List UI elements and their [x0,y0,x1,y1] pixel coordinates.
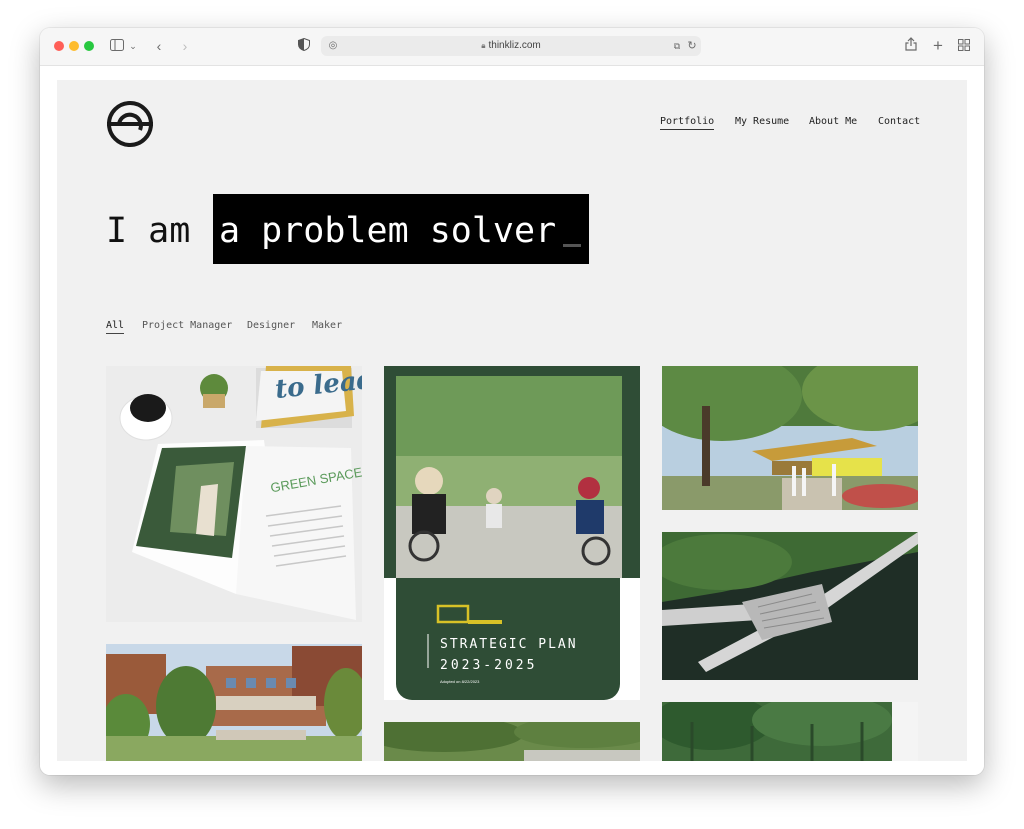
nav-about-me[interactable]: About Me [809,116,857,127]
plan-title: STRATEGIC PLAN [440,637,578,652]
portfolio-item-canopy[interactable] [662,702,918,761]
campus-building-image [106,644,362,761]
portfolio-item-trail[interactable] [384,722,640,761]
page: Portfolio My Resume About Me Contact I a… [57,80,967,761]
new-tab-icon[interactable]: + [930,36,946,56]
close-window-button[interactable] [54,41,64,51]
chevron-down-icon[interactable]: ⌄ [128,36,138,56]
site-logo[interactable] [106,100,154,148]
back-icon[interactable]: ‹ [152,36,166,56]
canopy-image [662,702,918,761]
nav-my-resume[interactable]: My Resume [735,116,789,127]
web-viewport: Portfolio My Resume About Me Contact I a… [40,66,984,775]
browser-toolbar: ⌄ ‹ › ◎ 🔒︎ thinkliz.com ⧉ ↻ + [40,28,984,66]
sidebar-toggle-icon[interactable] [108,36,126,56]
nav-portfolio[interactable]: Portfolio [660,116,715,130]
privacy-shield-icon[interactable] [296,36,312,56]
translate-icon[interactable]: ⧉ [670,36,684,56]
reload-icon[interactable]: ↻ [685,36,699,56]
filter-maker[interactable]: Maker [312,320,342,331]
lock-icon: 🔒︎ [481,41,486,50]
hero-prefix: I am [106,211,191,251]
portfolio-item-magazine[interactable]: to lead GREEN SPACE [106,366,362,622]
trail-image [384,722,640,761]
portfolio-item-boardwalk[interactable] [662,532,918,680]
typing-cursor [563,244,581,247]
address-bar[interactable]: ◎ 🔒︎ thinkliz.com ⧉ ↻ [321,36,701,56]
url-text: thinkliz.com [488,40,541,51]
portfolio-item-campus[interactable] [106,644,362,761]
filter-designer[interactable]: Designer [247,320,295,331]
strategic-plan-cover: STRATEGIC PLAN 2023-2025 Adopted on 8/22… [384,366,640,700]
filter-all[interactable]: All [106,320,125,334]
portfolio-item-park-rendering[interactable] [662,366,918,510]
plan-adopted: Adopted on 8/22/2023 [440,679,480,684]
hero-highlight-text: a problem solver [219,211,557,251]
park-rendering-image [662,366,918,510]
magazine-photo: to lead GREEN SPACE [106,366,362,622]
minimize-window-button[interactable] [69,41,79,51]
forward-icon[interactable]: › [178,36,192,56]
browser-window: ⌄ ‹ › ◎ 🔒︎ thinkliz.com ⧉ ↻ + Portfolio … [40,28,984,775]
zoom-window-button[interactable] [84,41,94,51]
nav-contact[interactable]: Contact [878,116,920,127]
portfolio-item-strategic-plan[interactable]: STRATEGIC PLAN 2023-2025 Adopted on 8/22… [384,366,640,700]
filter-project-manager[interactable]: Project Manager [142,320,232,331]
plan-years: 2023-2025 [440,658,537,673]
boardwalk-aerial-image [662,532,918,680]
tab-overview-icon[interactable] [956,36,972,56]
share-icon[interactable] [903,36,919,56]
